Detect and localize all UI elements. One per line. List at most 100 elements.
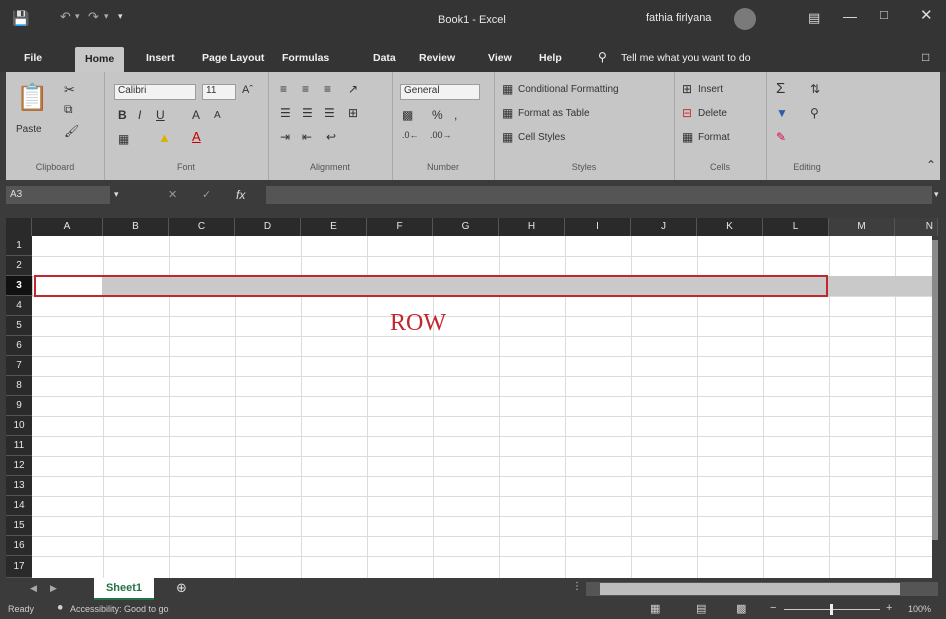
- collapse-ribbon-icon[interactable]: ⌃: [926, 158, 936, 172]
- accessibility-status[interactable]: Accessibility: Good to go: [70, 604, 169, 614]
- column-header-i[interactable]: I: [565, 218, 631, 236]
- top-align-icon[interactable]: ≡: [280, 82, 287, 96]
- menu-insert[interactable]: Insert: [146, 52, 175, 64]
- increase-decimal-icon[interactable]: .0←: [402, 130, 419, 140]
- cut-icon[interactable]: ✂: [64, 82, 75, 98]
- normal-view-icon[interactable]: ▦: [650, 602, 660, 615]
- increase-font-icon[interactable]: Aˆ: [242, 84, 253, 96]
- name-box[interactable]: A3: [6, 186, 110, 204]
- menu-home[interactable]: Home: [75, 47, 125, 72]
- undo-dropdown-icon[interactable]: ▾: [75, 11, 80, 22]
- add-sheet-icon[interactable]: ⊕: [176, 580, 187, 596]
- row-header-12[interactable]: 12: [6, 456, 32, 476]
- cell-styles-icon[interactable]: ▦: [502, 130, 513, 144]
- user-name[interactable]: fathia firlyana: [646, 12, 711, 24]
- column-header-b[interactable]: B: [103, 218, 169, 236]
- scroll-sheets-right-icon[interactable]: ▶: [50, 583, 57, 594]
- row-header-15[interactable]: 15: [6, 516, 32, 536]
- column-header-j[interactable]: J: [631, 218, 697, 236]
- qat-customize-icon[interactable]: ▾: [118, 11, 123, 22]
- underline-button[interactable]: U: [156, 108, 165, 122]
- row-header-9[interactable]: 9: [6, 396, 32, 416]
- paste-icon[interactable]: 📋: [16, 82, 48, 113]
- column-header-a[interactable]: A: [32, 218, 103, 236]
- cell-styles-button[interactable]: Cell Styles: [518, 132, 565, 143]
- column-header-g[interactable]: G: [433, 218, 499, 236]
- expand-formula-icon[interactable]: ▾: [934, 189, 939, 200]
- row-header-14[interactable]: 14: [6, 496, 32, 516]
- formula-input[interactable]: [266, 186, 932, 204]
- sheet-tab-sheet1[interactable]: Sheet1: [94, 578, 154, 600]
- avatar[interactable]: [734, 8, 756, 30]
- accessibility-icon[interactable]: ⚫: [56, 603, 64, 614]
- zoom-out-icon[interactable]: −: [770, 602, 776, 614]
- insert-cells-button[interactable]: Insert: [698, 84, 723, 95]
- zoom-in-icon[interactable]: +: [886, 602, 892, 614]
- align-left-icon[interactable]: ☰: [280, 106, 291, 120]
- format-as-table-button[interactable]: Format as Table: [518, 108, 590, 119]
- select-all-corner[interactable]: [6, 218, 32, 236]
- row-header-7[interactable]: 7: [6, 356, 32, 376]
- font-shrink-icon[interactable]: A: [214, 110, 221, 121]
- outdent-icon[interactable]: ⇤: [302, 130, 312, 144]
- middle-align-icon[interactable]: ≡: [302, 82, 309, 96]
- bottom-align-icon[interactable]: ≡: [324, 82, 331, 96]
- column-header-k[interactable]: K: [697, 218, 763, 236]
- tab-split-icon[interactable]: ⋮: [572, 581, 582, 592]
- italic-button[interactable]: I: [138, 108, 141, 122]
- number-format-select[interactable]: General: [400, 84, 480, 100]
- column-header-m[interactable]: M: [829, 218, 895, 236]
- column-header-l[interactable]: L: [763, 218, 829, 236]
- merge-icon[interactable]: ⊞: [348, 106, 358, 120]
- row-header-4[interactable]: 4: [6, 296, 32, 316]
- format-as-table-icon[interactable]: ▦: [502, 106, 513, 120]
- delete-cells-icon[interactable]: ⊟: [682, 106, 692, 120]
- menu-formulas[interactable]: Formulas: [282, 52, 329, 64]
- percent-icon[interactable]: %: [432, 108, 443, 122]
- row-header-6[interactable]: 6: [6, 336, 32, 356]
- minimize-icon[interactable]: —: [843, 8, 857, 24]
- confirm-entry-icon[interactable]: ✓: [202, 188, 211, 201]
- redo-dropdown-icon[interactable]: ▾: [104, 11, 109, 22]
- cancel-entry-icon[interactable]: ✕: [168, 188, 177, 201]
- page-break-view-icon[interactable]: ▩: [736, 602, 746, 615]
- conditional-formatting-icon[interactable]: ▦: [502, 82, 513, 96]
- paste-button[interactable]: Paste: [16, 124, 42, 135]
- maximize-icon[interactable]: □: [880, 7, 888, 22]
- row-header-5[interactable]: 5: [6, 316, 32, 336]
- ribbon-display-options-icon[interactable]: ▤: [808, 10, 820, 26]
- align-center-icon[interactable]: ☰: [302, 106, 313, 120]
- row-header-10[interactable]: 10: [6, 416, 32, 436]
- close-icon[interactable]: ✕: [920, 6, 933, 24]
- column-header-h[interactable]: H: [499, 218, 565, 236]
- font-size-select[interactable]: 11: [202, 84, 236, 100]
- row-header-11[interactable]: 11: [6, 436, 32, 456]
- horizontal-scroll-thumb[interactable]: [600, 583, 900, 595]
- column-header-c[interactable]: C: [169, 218, 235, 236]
- format-painter-icon[interactable]: 🖌: [64, 124, 79, 138]
- conditional-formatting-button[interactable]: Conditional Formatting: [518, 84, 619, 95]
- menu-data[interactable]: Data: [373, 52, 396, 64]
- format-cells-icon[interactable]: ▦: [682, 130, 693, 144]
- undo-icon[interactable]: ↶: [60, 9, 71, 25]
- comma-icon[interactable]: ,: [454, 108, 457, 122]
- row-header-8[interactable]: 8: [6, 376, 32, 396]
- menu-view[interactable]: View: [488, 52, 512, 64]
- zoom-slider-thumb[interactable]: [830, 604, 833, 615]
- page-layout-view-icon[interactable]: ▤: [696, 602, 706, 615]
- font-color-icon[interactable]: A: [192, 129, 201, 144]
- sort-filter-icon[interactable]: ⇅: [810, 82, 820, 96]
- font-name-select[interactable]: Calibri: [114, 84, 196, 100]
- fill-icon[interactable]: ▼: [776, 106, 788, 120]
- column-header-d[interactable]: D: [235, 218, 301, 236]
- worksheet-grid[interactable]: A B C D E F G H I J K L M N 1 2 3 4 5 6 …: [6, 218, 938, 578]
- name-box-dropdown-icon[interactable]: ▾: [114, 189, 119, 200]
- row-header-16[interactable]: 16: [6, 536, 32, 556]
- menu-page-layout[interactable]: Page Layout: [202, 52, 264, 64]
- borders-icon[interactable]: ▦: [118, 132, 129, 146]
- save-icon[interactable]: 💾: [12, 10, 29, 27]
- accounting-icon[interactable]: ▩: [402, 108, 413, 122]
- copy-icon[interactable]: ⧉: [64, 102, 73, 117]
- indent-icon[interactable]: ⇥: [280, 130, 290, 144]
- row-header-1[interactable]: 1: [6, 236, 32, 256]
